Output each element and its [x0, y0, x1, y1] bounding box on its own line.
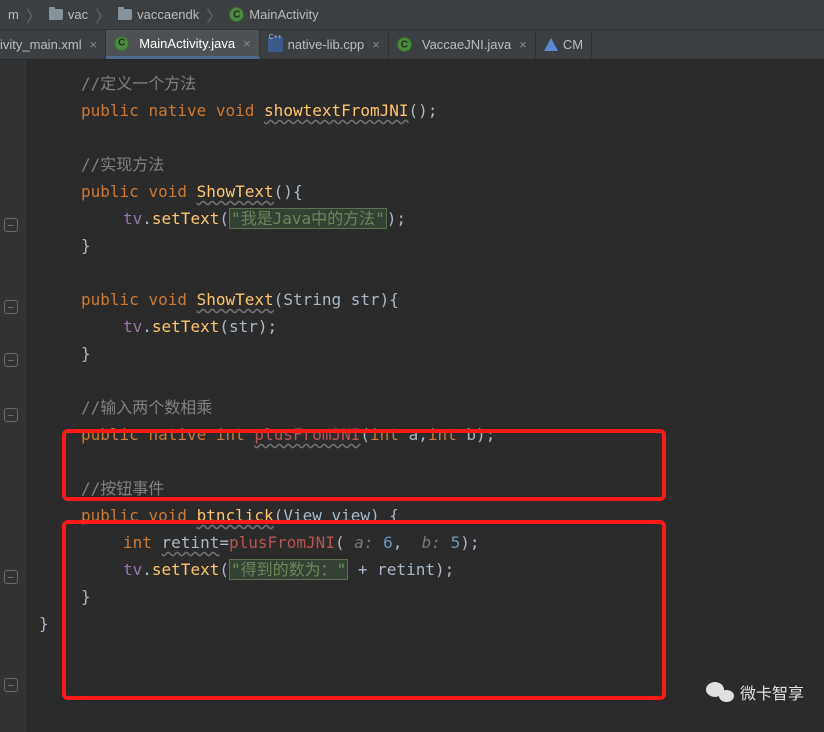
- code-line: public native int plusFromJNI(int a,int …: [26, 421, 824, 448]
- fold-mark[interactable]: [4, 570, 18, 584]
- fold-mark[interactable]: [4, 353, 18, 367]
- tab-layout[interactable]: ivity_main.xml×: [0, 30, 106, 59]
- tab-cmake[interactable]: CM: [536, 30, 592, 59]
- code-line: public void btnclick(View view) {: [26, 502, 824, 529]
- breadcrumb: m 〉 vac 〉 vaccaendk 〉 MainActivity: [0, 0, 824, 30]
- code-area[interactable]: //定义一个方法 public native void showtextFrom…: [26, 60, 824, 732]
- fold-mark[interactable]: [4, 678, 18, 692]
- bc-item-m[interactable]: m: [4, 7, 23, 22]
- bc-item-vac[interactable]: vac: [45, 7, 92, 22]
- close-icon[interactable]: ×: [519, 37, 527, 52]
- folder-icon: [118, 9, 132, 20]
- bc-sep: 〉: [203, 3, 225, 27]
- code-line: tv.setText("得到的数为：" + retint);: [26, 556, 824, 583]
- close-icon[interactable]: ×: [372, 37, 380, 52]
- code-line: [26, 448, 824, 475]
- code-line: //定义一个方法: [26, 70, 824, 97]
- cpp-icon: [268, 37, 283, 52]
- editor[interactable]: //定义一个方法 public native void showtextFrom…: [0, 60, 824, 732]
- code-line: int retint=plusFromJNI( a: 6, b: 5);: [26, 529, 824, 556]
- bc-item-class[interactable]: MainActivity: [225, 7, 322, 22]
- gutter: [0, 60, 26, 732]
- class-icon: [397, 37, 412, 52]
- code-line: //按钮事件: [26, 475, 824, 502]
- code-line: [26, 259, 824, 286]
- fold-mark[interactable]: [4, 218, 18, 232]
- code-line: tv.setText("我是Java中的方法");: [26, 205, 824, 232]
- tab-mainactivity[interactable]: MainActivity.java×: [106, 30, 259, 59]
- code-line: [26, 124, 824, 151]
- wechat-icon: [706, 680, 734, 704]
- code-line: }: [26, 610, 824, 637]
- code-line: }: [26, 340, 824, 367]
- tab-nativelib[interactable]: native-lib.cpp×: [260, 30, 389, 59]
- close-icon[interactable]: ×: [90, 37, 98, 52]
- class-icon: [114, 36, 129, 51]
- tab-bar: ivity_main.xml× MainActivity.java× nativ…: [0, 30, 824, 60]
- code-line: [26, 367, 824, 394]
- code-line: //输入两个数相乘: [26, 394, 824, 421]
- bc-sep: 〉: [23, 3, 45, 27]
- watermark: 微卡智享: [706, 680, 804, 704]
- fold-mark[interactable]: [4, 300, 18, 314]
- fold-mark[interactable]: [4, 408, 18, 422]
- code-line: }: [26, 232, 824, 259]
- class-icon: [229, 7, 244, 22]
- code-line: }: [26, 583, 824, 610]
- code-line: public void ShowText(){: [26, 178, 824, 205]
- folder-icon: [49, 9, 63, 20]
- code-line: public native void showtextFromJNI();: [26, 97, 824, 124]
- code-line: tv.setText(str);: [26, 313, 824, 340]
- tab-vaccaejni[interactable]: VaccaeJNI.java×: [389, 30, 536, 59]
- code-line: public void ShowText(String str){: [26, 286, 824, 313]
- close-icon[interactable]: ×: [243, 36, 251, 51]
- bc-item-vaccaendk[interactable]: vaccaendk: [114, 7, 203, 22]
- code-line: //实现方法: [26, 151, 824, 178]
- bc-sep: 〉: [92, 3, 114, 27]
- cmake-icon: [544, 38, 558, 51]
